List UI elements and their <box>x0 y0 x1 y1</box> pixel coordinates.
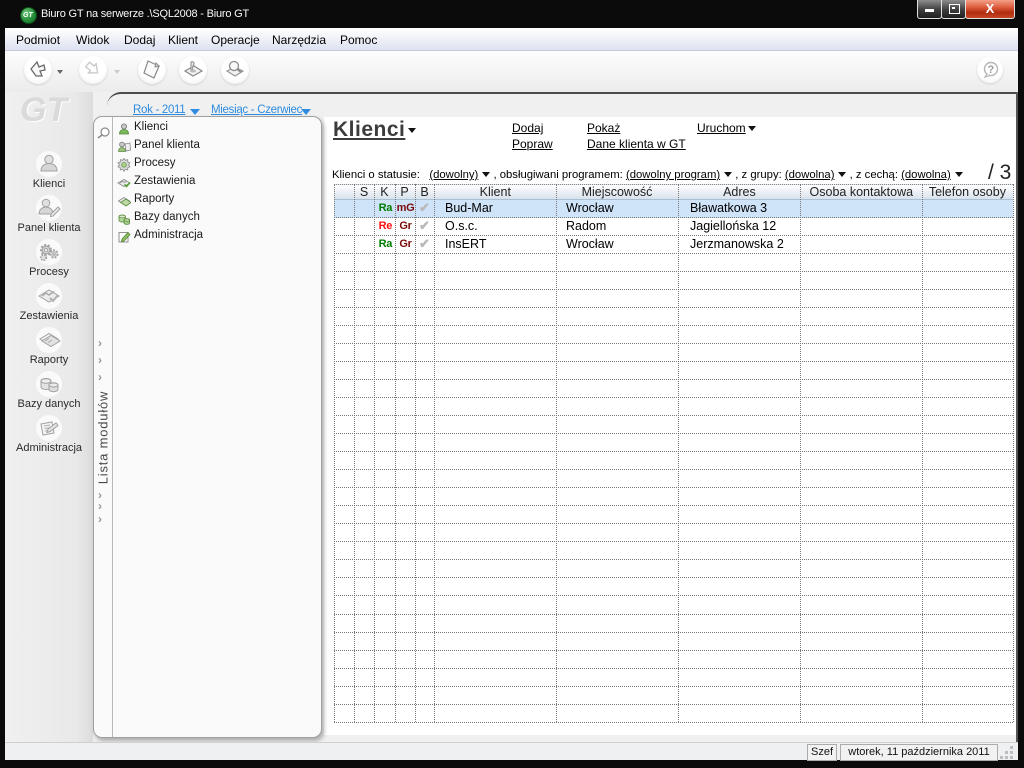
svg-text:?: ? <box>988 64 995 76</box>
